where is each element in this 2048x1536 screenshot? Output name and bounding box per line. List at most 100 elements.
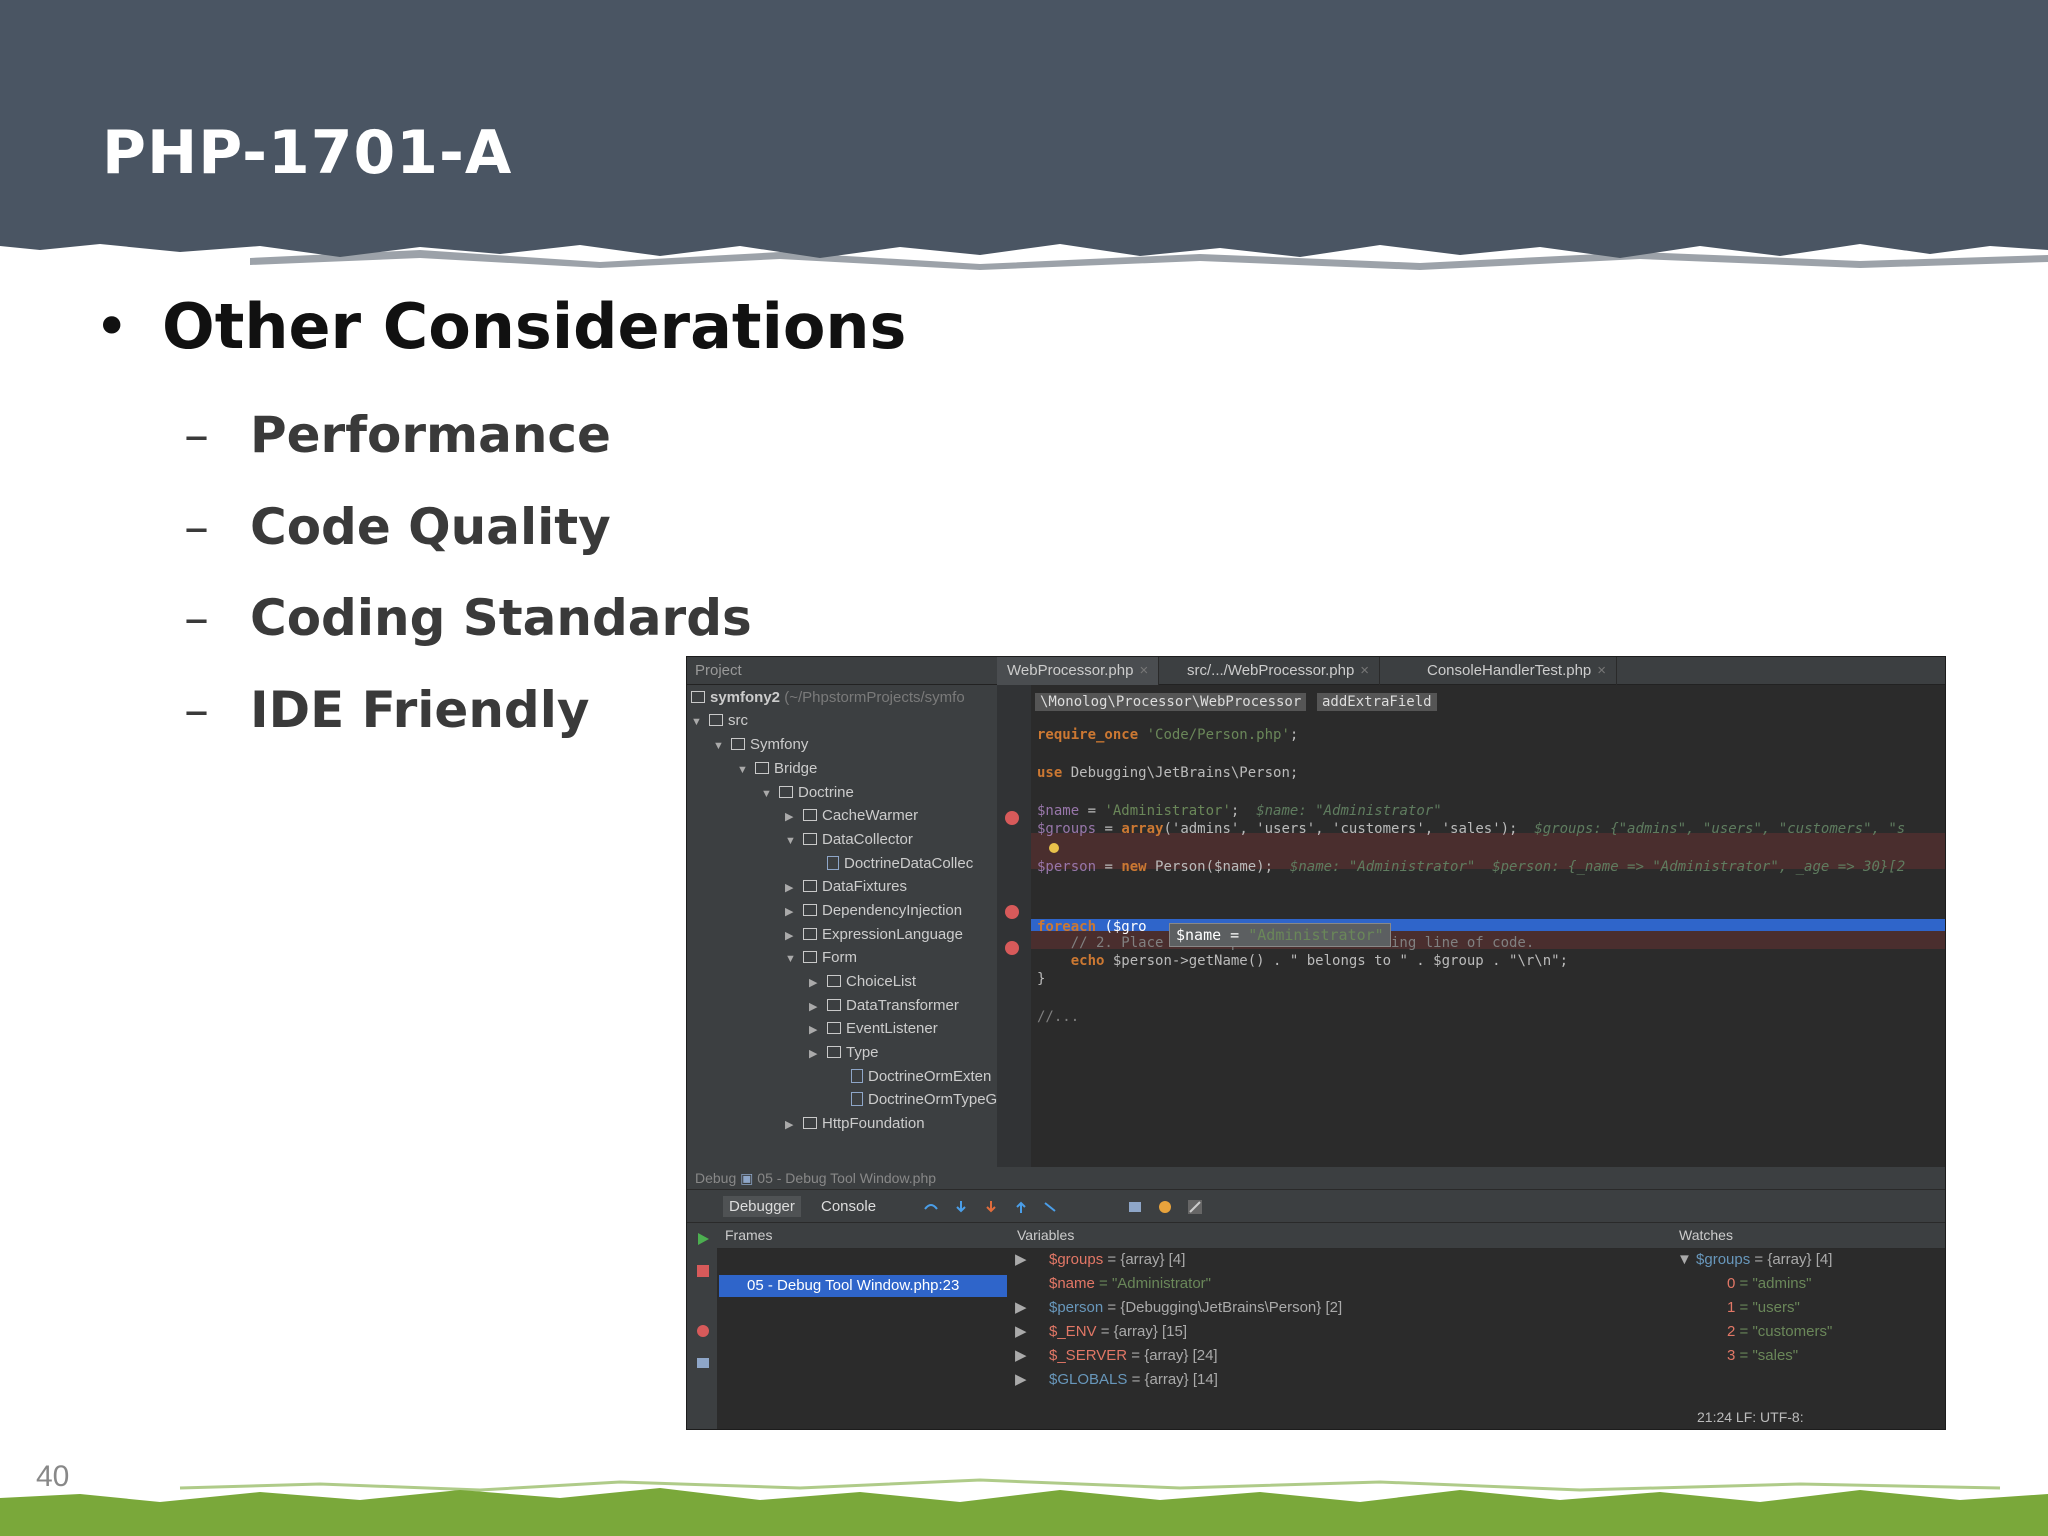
code-line: require_once 'Code/Person.php'; xyxy=(1037,727,1299,743)
tree-item[interactable]: ▼ Form xyxy=(785,947,857,969)
frames-header: Frames xyxy=(717,1223,1009,1249)
tree-item[interactable]: ▼ DataCollector xyxy=(785,829,913,851)
tree-item[interactable]: ▼ Symfony xyxy=(713,734,808,756)
folder-icon xyxy=(827,975,841,987)
tree-item[interactable]: DoctrineOrmExten xyxy=(851,1066,991,1088)
debug-title-bar: Debug ▣ 05 - Debug Tool Window.php xyxy=(687,1167,1945,1189)
breakpoint-icon[interactable] xyxy=(1005,811,1019,825)
subitem-dash: – xyxy=(184,406,209,464)
watch-row[interactable]: 3 = "sales" xyxy=(1727,1345,1798,1367)
variable-row[interactable]: $name = "Administrator" xyxy=(1009,1273,1211,1295)
tree-item[interactable]: ▶ DataTransformer xyxy=(809,995,959,1017)
tree-item[interactable]: ▶ DataFixtures xyxy=(785,876,907,898)
folder-icon xyxy=(755,762,769,774)
subitem-coding-standards: – Coding Standards xyxy=(184,589,752,647)
folder-icon xyxy=(691,691,705,703)
project-label: Project xyxy=(695,662,742,679)
breadcrumb-class[interactable]: \Monolog\Processor\WebProcessor xyxy=(1035,693,1307,711)
close-icon: × xyxy=(1360,662,1370,679)
code-line: echo $person->getName() . " belongs to "… xyxy=(1070,953,1569,969)
page-number: 40 xyxy=(36,1460,70,1493)
variable-row[interactable]: ▶ $groups = {array} [4] xyxy=(1009,1249,1185,1271)
watch-row[interactable]: 0 = "admins" xyxy=(1727,1273,1811,1295)
subitem-dash: – xyxy=(184,589,209,647)
folder-icon xyxy=(709,714,723,726)
tree-item[interactable]: ▶ DependencyInjection xyxy=(785,900,962,922)
layout-icon[interactable] xyxy=(695,1355,711,1371)
subitem-performance: – Performance xyxy=(184,406,611,464)
watches-panel: ▼ $groups = {array} [4] 0 = "admins" 1 =… xyxy=(1671,1249,1945,1429)
variable-row[interactable]: ▶ $_ENV = {array} [15] xyxy=(1009,1321,1187,1343)
ide-screenshot: Project WebProcessor.php × src/.../WebPro… xyxy=(686,656,1946,1430)
tab-console[interactable]: Console xyxy=(815,1196,882,1217)
variables-header: Variables xyxy=(1009,1223,1671,1249)
variable-row[interactable]: ▶ $person = {Debugging\JetBrains\Person} … xyxy=(1009,1297,1342,1319)
variable-row[interactable]: ▶ $GLOBALS = {array} [14] xyxy=(1009,1369,1218,1391)
folder-icon xyxy=(827,1046,841,1058)
folder-icon xyxy=(803,809,817,821)
stop-icon[interactable] xyxy=(695,1263,711,1279)
breakpoint-icon[interactable] xyxy=(1005,941,1019,955)
evaluate-icon[interactable] xyxy=(1127,1199,1143,1215)
tree-item[interactable]: ▼ Doctrine xyxy=(761,782,854,804)
folder-icon xyxy=(827,1022,841,1034)
code-line: $person = new Person($name); $name: "Adm… xyxy=(1037,859,1906,875)
watch-row[interactable]: ▼ $groups = {array} [4] xyxy=(1677,1249,1832,1271)
frame-item-selected[interactable]: 05 - Debug Tool Window.php:23 xyxy=(719,1275,1007,1297)
code-line: foreach ($gro xyxy=(1037,919,1147,935)
tree-item[interactable]: ▶ EventListener xyxy=(809,1018,938,1040)
tree-item[interactable]: ▶ HttpFoundation xyxy=(785,1113,925,1135)
value-tooltip: $name = "Administrator" xyxy=(1169,923,1391,947)
tree-item[interactable]: ▼ Bridge xyxy=(737,758,817,780)
ide-tab-bar: Project WebProcessor.php × src/.../WebPro… xyxy=(687,657,1945,685)
force-step-into-icon[interactable] xyxy=(983,1199,999,1215)
tree-item[interactable]: DoctrineDataCollec xyxy=(827,853,973,875)
code-line: $groups = array('admins', 'users', 'cust… xyxy=(1037,821,1906,837)
close-icon: × xyxy=(1139,662,1149,679)
tree-root[interactable]: symfony2 (~/PhpstormProjects/symfo xyxy=(691,687,965,709)
breadcrumb-method[interactable]: addExtraField xyxy=(1317,693,1437,711)
tree-item[interactable]: ▶ ExpressionLanguage xyxy=(785,924,963,946)
folder-icon xyxy=(827,999,841,1011)
watch-row[interactable]: 2 = "customers" xyxy=(1727,1321,1832,1343)
step-into-icon[interactable] xyxy=(953,1199,969,1215)
subitem-ide-friendly: – IDE Friendly xyxy=(184,681,590,739)
code-line: $name = 'Administrator'; $name: "Adminis… xyxy=(1037,803,1442,819)
debug-side-toolbar xyxy=(687,1223,717,1429)
breakpoint-icon[interactable] xyxy=(1005,905,1019,919)
tree-item[interactable]: ▶ ChoiceList xyxy=(809,971,916,993)
tree-item[interactable]: ▼ src xyxy=(691,710,748,732)
view-breakpoints-icon[interactable] xyxy=(695,1323,711,1339)
lightbulb-icon[interactable] xyxy=(1049,843,1059,853)
php-file-icon xyxy=(851,1092,863,1106)
code-line: } xyxy=(1037,971,1046,987)
step-over-icon[interactable] xyxy=(923,1199,939,1215)
code-editor[interactable]: \Monolog\Processor\WebProcessor addExtra… xyxy=(1031,685,1945,1167)
frames-panel: 05 - Debug Tool Window.php:23 xyxy=(717,1249,1009,1429)
watches-header: Watches xyxy=(1671,1223,1945,1249)
bullet-heading: Other Considerations xyxy=(162,290,907,363)
breakpoints-icon[interactable] xyxy=(1157,1199,1173,1215)
variables-panel: ▶ $groups = {array} [4] $name = "Administ… xyxy=(1009,1249,1671,1429)
variable-row[interactable]: ▶ $_SERVER = {array} [24] xyxy=(1009,1345,1218,1367)
step-out-icon[interactable] xyxy=(1013,1199,1029,1215)
run-to-cursor-icon[interactable] xyxy=(1043,1199,1059,1215)
project-tree: symfony2 (~/PhpstormProjects/symfo ▼ src … xyxy=(687,685,997,1167)
tab-src-webprocessor[interactable]: src/.../WebProcessor.php × xyxy=(1177,657,1381,685)
tab-webprocessor[interactable]: WebProcessor.php × xyxy=(997,657,1160,685)
tree-item[interactable]: ▶ Type xyxy=(809,1042,879,1064)
mute-breakpoints-icon[interactable] xyxy=(1187,1199,1203,1215)
editor-gutter xyxy=(997,685,1031,1167)
watch-row[interactable]: 1 = "users" xyxy=(1727,1297,1800,1319)
tab-consolehandlertest[interactable]: ConsoleHandlerTest.php × xyxy=(1417,657,1618,685)
tree-item[interactable]: DoctrineOrmTypeG xyxy=(851,1089,997,1111)
footer-band xyxy=(0,1478,2048,1536)
tab-debugger[interactable]: Debugger xyxy=(723,1196,801,1217)
folder-icon xyxy=(803,928,817,940)
folder-icon xyxy=(803,904,817,916)
folder-icon xyxy=(803,951,817,963)
resume-icon[interactable] xyxy=(695,1231,711,1247)
tree-item[interactable]: ▶ CacheWarmer xyxy=(785,805,918,827)
php-file-icon: ▣ xyxy=(740,1170,754,1186)
slide-title: PHP-1701-A xyxy=(102,118,513,188)
